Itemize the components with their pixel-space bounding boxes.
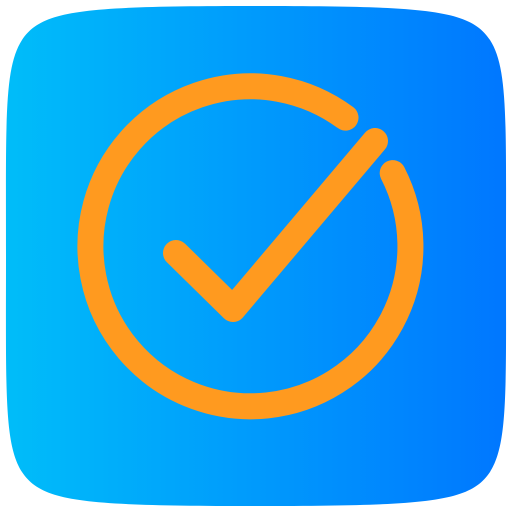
app-icon-stage: [0, 0, 512, 512]
check-circle-icon: [5, 6, 507, 506]
